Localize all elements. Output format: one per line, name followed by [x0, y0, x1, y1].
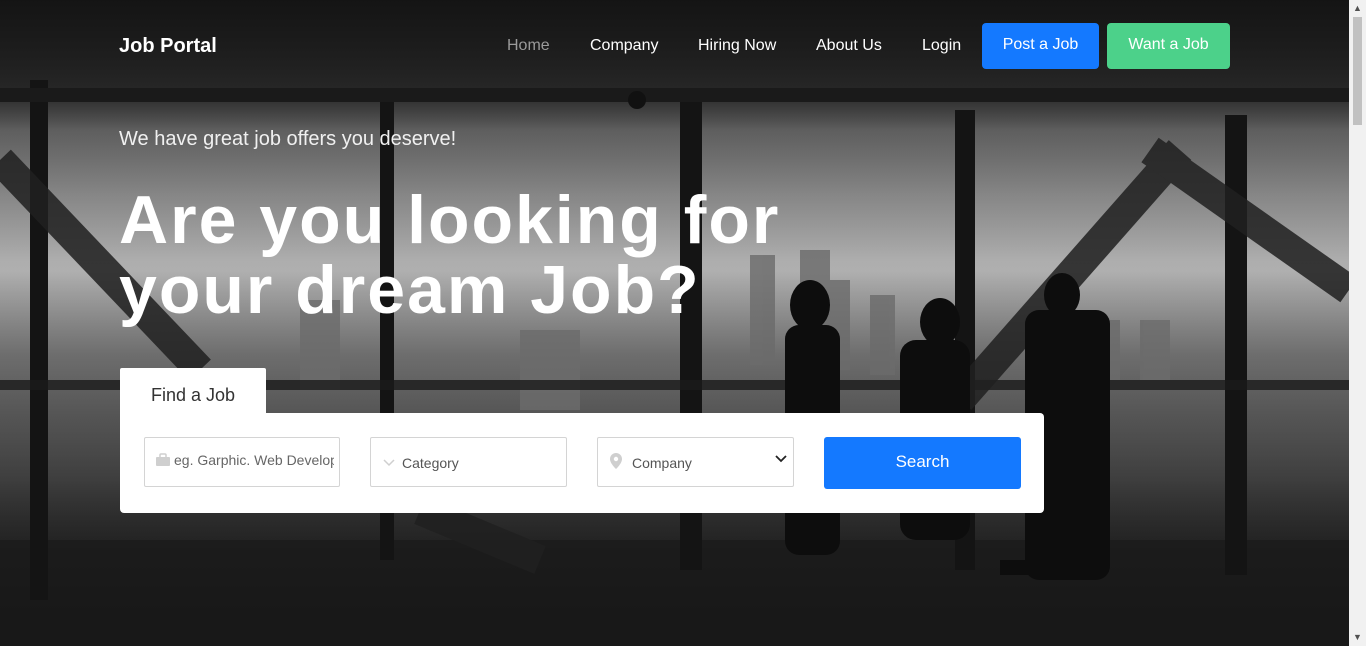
category-select[interactable]: Category [370, 437, 567, 487]
hero-headline: Are you looking for your dream Job? [119, 185, 1019, 325]
want-a-job-button[interactable]: Want a Job [1107, 23, 1230, 69]
nav-company[interactable]: Company [590, 37, 658, 55]
briefcase-icon [154, 453, 172, 471]
hero-headline-line-1: Are you looking for [119, 182, 781, 258]
company-select[interactable]: Company [597, 437, 794, 487]
nav-login[interactable]: Login [922, 37, 961, 55]
nav-home[interactable]: Home [507, 37, 550, 55]
scrollbar-thumb[interactable] [1353, 17, 1362, 125]
scroll-down-arrow-icon[interactable]: ▼ [1349, 629, 1366, 646]
chevron-down-icon [380, 453, 398, 471]
nav-about-us[interactable]: About Us [816, 37, 882, 55]
select-chevron-icon [775, 452, 787, 466]
tab-find-a-job[interactable]: Find a Job [120, 368, 266, 414]
site-logo[interactable]: Job Portal [119, 35, 217, 58]
category-label: Category [402, 455, 459, 471]
page-scrollbar[interactable]: ▲ ▼ [1349, 0, 1366, 646]
company-label: Company [632, 455, 692, 471]
hero-headline-line-2: your dream Job? [119, 252, 701, 328]
keyword-field[interactable] [144, 437, 340, 487]
scroll-up-arrow-icon[interactable]: ▲ [1349, 0, 1366, 17]
post-a-job-button[interactable]: Post a Job [982, 23, 1099, 69]
job-search-form: Category Company Search [120, 413, 1044, 513]
nav-hiring-now[interactable]: Hiring Now [698, 37, 776, 55]
keyword-input[interactable] [174, 452, 334, 468]
search-button[interactable]: Search [824, 437, 1021, 489]
hero-tagline: We have great job offers you deserve! [119, 128, 457, 150]
map-pin-icon [607, 453, 625, 471]
